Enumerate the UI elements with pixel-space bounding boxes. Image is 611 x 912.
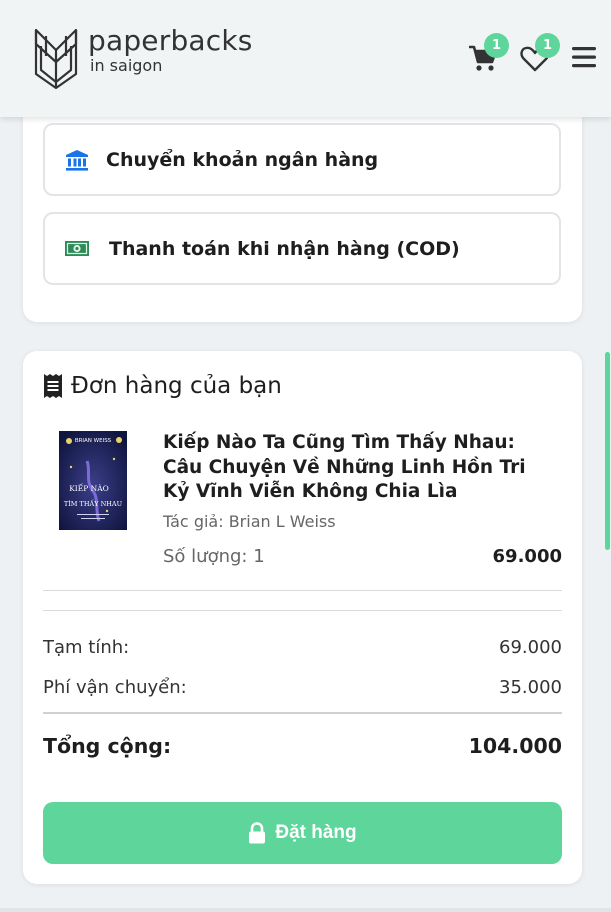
scrollbar-thumb[interactable] <box>605 352 610 550</box>
place-order-button[interactable]: Đặt hàng <box>43 802 562 864</box>
total-label: Tổng cộng: <box>43 734 172 758</box>
divider <box>43 712 562 714</box>
brand-tagline: in saigon <box>90 56 163 75</box>
hamburger-menu-icon[interactable] <box>571 45 597 69</box>
book-quantity: Số lượng: 1 <box>163 546 265 567</box>
divider <box>43 610 562 611</box>
book-logo-icon <box>34 28 78 90</box>
cover-title-top: KIẾP NÀO <box>69 483 109 493</box>
cart-count-badge: 1 <box>484 33 509 58</box>
page-bottom-edge <box>0 908 611 912</box>
subtotal-label: Tạm tính: <box>43 637 130 658</box>
payment-option-label: Chuyển khoản ngân hàng <box>106 148 379 171</box>
order-summary-title: Đơn hàng của bạn <box>71 373 282 399</box>
total-value: 104.000 <box>468 734 562 758</box>
cover-title-bottom: TÌM THẤY NHAU <box>64 498 123 508</box>
book-cover-image[interactable]: BRIAN WEISS KIẾP NÀO TÌM THẤY NHAU <box>59 431 127 530</box>
brand-logo[interactable]: paperbacks in saigon <box>32 24 253 90</box>
order-summary-card: Đơn hàng của bạn BRIAN WEISS KIẾP NÀO TÌ… <box>23 351 582 884</box>
subtotal-value: 69.000 <box>499 637 562 658</box>
shipping-value: 35.000 <box>499 677 562 698</box>
book-author: Tác giả: Brian L Weiss <box>163 512 336 531</box>
divider <box>43 590 562 591</box>
brand-name: paperbacks <box>88 24 253 57</box>
receipt-icon <box>44 374 62 398</box>
place-order-label: Đặt hàng <box>275 822 357 843</box>
cash-icon <box>65 240 89 256</box>
cover-author-text: BRIAN WEISS <box>75 438 112 444</box>
shipping-label: Phí vận chuyển: <box>43 677 187 698</box>
order-summary-heading: Đơn hàng của bạn <box>43 373 282 399</box>
site-header: paperbacks in saigon 1 1 <box>0 0 611 117</box>
wishlist-count-badge: 1 <box>535 33 560 58</box>
payment-option-label: Thanh toán khi nhận hàng (COD) <box>109 237 460 260</box>
bank-icon <box>66 149 88 171</box>
payment-option-cod[interactable]: Thanh toán khi nhận hàng (COD) <box>43 212 561 285</box>
payment-methods-card: Chuyển khoản ngân hàng Thanh toán khi nh… <box>23 96 582 322</box>
payment-option-bank-transfer[interactable]: Chuyển khoản ngân hàng <box>43 123 561 196</box>
book-title[interactable]: Kiếp Nào Ta Cũng Tìm Thấy Nhau: Câu Chuy… <box>163 431 543 505</box>
lock-icon <box>249 822 266 844</box>
book-price: 69.000 <box>492 546 562 567</box>
